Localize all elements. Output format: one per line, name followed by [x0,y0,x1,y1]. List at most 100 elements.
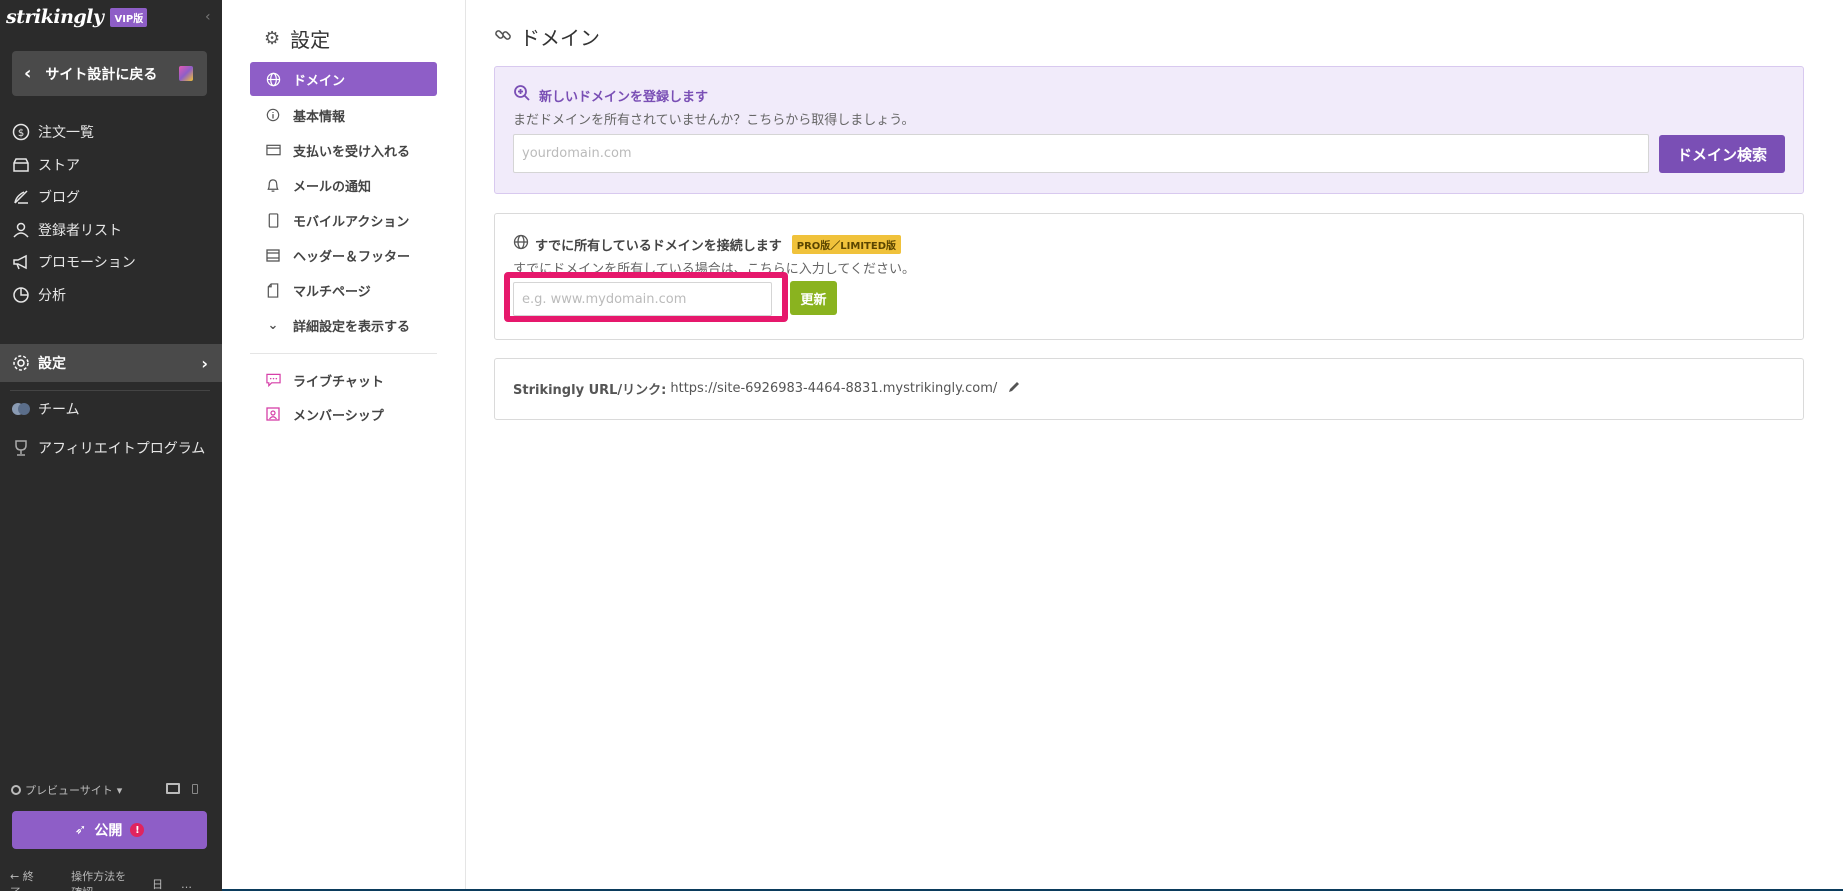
preview-site-label: プレビューサイト [25,784,113,797]
tab-multipage[interactable]: マルチページ [250,273,437,307]
register-domain-subtext: まだドメインを所有されていませんか？こちらから取得しましょう。 [513,113,915,128]
howto-link[interactable]: 操作方法を確認 [71,868,134,891]
register-domain-heading-text: 新しいドメインを登録します [539,89,709,105]
tab-label: 基本情報 [293,109,346,125]
search-plus-icon [513,84,531,106]
vip-badge: VIP版 [110,7,148,27]
page-icon [265,282,281,298]
publish-button[interactable]: ➶ 公開 ! [12,811,207,849]
layout-icon [265,248,281,262]
settings-title-text: 設定 [290,28,331,52]
connect-domain-subtext: すでにドメインを所有している場合は、こちらに入力してください。 [513,262,915,277]
caret-down-icon: ▾ [116,783,123,797]
editor-color-icon [179,66,193,81]
info-icon [265,108,281,122]
card-icon [265,144,281,156]
register-domain-card: 新しいドメインを登録します まだドメインを所有されていませんか？こちらから取得し… [494,66,1804,194]
collapse-sidebar-icon[interactable]: ‹ [205,9,211,25]
chat-icon [265,373,281,387]
tab-basic-info[interactable]: 基本情報 [250,98,437,132]
sidebar-item-affiliate[interactable]: アフィリエイトプログラム [0,429,222,467]
rocket-icon: ➶ [74,822,87,838]
tab-label: 支払いを受け入れる [293,144,411,160]
sidebar-item-label: 登録者リスト [38,223,122,239]
sidebar-item-label: チーム [38,402,80,418]
more-icon[interactable]: … [181,878,192,891]
sidebar-item-label: ブログ [38,190,80,206]
connect-domain-heading-text: すでに所有しているドメインを接続します [535,238,782,254]
pro-limited-badge: PRO版／LIMITED版 [791,234,901,254]
sidebar-item-analytics[interactable]: 分析 [0,276,222,314]
back-to-editor-button[interactable]: ‹ サイト設計に戻る [12,51,207,96]
dollar-icon: $ [11,122,31,142]
brand: strikingly VIP版 [6,6,148,28]
edit-pencil-icon[interactable] [1007,380,1021,398]
sidebar-item-team[interactable]: チーム [0,390,222,428]
tab-advanced-settings[interactable]: ⌄ 詳細設定を表示する [250,308,437,342]
sidebar-item-label: アフィリエイトプログラム [38,441,206,457]
settings-nav-divider [250,353,437,354]
settings-nav: ⚙ 設定 ドメイン 基本情報 支払いを受け入れる メールの通知 モバイルアクショ… [222,0,466,891]
register-domain-heading: 新しいドメインを登録します [513,84,708,106]
exit-label: 終了 [10,870,34,891]
domain-search-input[interactable]: yourdomain.com [513,134,1649,173]
tab-mobile-actions[interactable]: モバイルアクション [250,203,437,237]
tab-membership[interactable]: メンバーシップ [250,397,437,431]
tab-label: ドメイン [293,73,346,89]
tab-payments[interactable]: 支払いを受け入れる [250,133,437,167]
settings-title: ⚙ 設定 [264,24,330,53]
tab-live-chat[interactable]: ライブチャット [250,363,437,397]
sidebar-item-label: プロモーション [38,255,136,271]
strikingly-logo[interactable]: strikingly [6,6,104,28]
app-sidebar: strikingly VIP版 ‹ ‹ サイト設計に戻る $ 注文一覧 ストア … [0,0,222,891]
exit-button[interactable]: ← 終了 [10,868,53,891]
globe-icon [513,234,529,254]
update-domain-button[interactable]: 更新 [790,281,837,315]
domain-search-placeholder: yourdomain.com [522,146,632,161]
tab-header-footer[interactable]: ヘッダー＆フッター [250,238,437,272]
tab-label: ライブチャット [293,374,384,390]
tab-domain[interactable]: ドメイン [250,62,437,96]
tab-label: メールの通知 [293,179,372,195]
mobile-view-icon[interactable] [192,784,198,794]
chevron-left-icon: ‹ [24,63,32,84]
store-icon [11,155,31,175]
sidebar-item-label: 注文一覧 [38,125,94,141]
search-icon [11,785,21,795]
connect-domain-heading: すでに所有しているドメインを接続します PRO版／LIMITED版 [513,234,901,254]
strikingly-url-card: Strikingly URL/リンク: https://site-6926983… [494,358,1804,420]
chevron-right-icon: › [201,354,208,373]
tab-label: ヘッダー＆フッター [293,249,411,265]
strikingly-url-label: Strikingly URL/リンク: [513,383,667,398]
tab-label: 詳細設定を表示する [293,319,411,335]
trophy-icon [11,438,31,458]
users-icon [11,220,31,240]
sidebar-item-settings[interactable]: 設定 › [0,344,222,382]
sidebar-item-label: 分析 [38,288,66,304]
gear-icon: ⚙ [264,28,281,49]
publish-label: 公開 [94,823,123,839]
language-toggle[interactable]: 日 [152,876,163,891]
strikingly-url-value[interactable]: https://site-6926983-4464-8831.mystrikin… [670,381,997,396]
team-icon [11,399,31,419]
link-icon [494,26,512,48]
strikingly-url-row: Strikingly URL/リンク: https://site-6926983… [513,379,1021,398]
connect-domain-card: すでに所有しているドメインを接続します PRO版／LIMITED版 すでにドメイ… [494,213,1804,340]
gear-icon [11,353,31,373]
desktop-view-icon[interactable] [166,783,180,794]
alert-icon: ! [130,823,145,837]
tab-label: モバイルアクション [293,214,410,230]
domain-search-button[interactable]: ドメイン検索 [1659,135,1785,173]
tab-label: マルチページ [293,284,371,300]
page-title: ドメイン [494,22,600,51]
bell-icon [265,178,281,193]
tab-email-notifications[interactable]: メールの通知 [250,168,437,202]
sidebar-item-label: ストア [38,158,80,174]
sidebar-item-label: 設定 [38,356,66,372]
chart-icon [11,285,31,305]
sidebar-footer: ← 終了 操作方法を確認 日 … [10,868,210,891]
preview-site-dropdown[interactable]: プレビューサイト ▾ [11,782,122,798]
custom-domain-input[interactable]: e.g. www.mydomain.com [513,282,772,316]
back-to-editor-label: サイト設計に戻る [45,66,158,83]
tab-label: メンバーシップ [293,408,384,424]
